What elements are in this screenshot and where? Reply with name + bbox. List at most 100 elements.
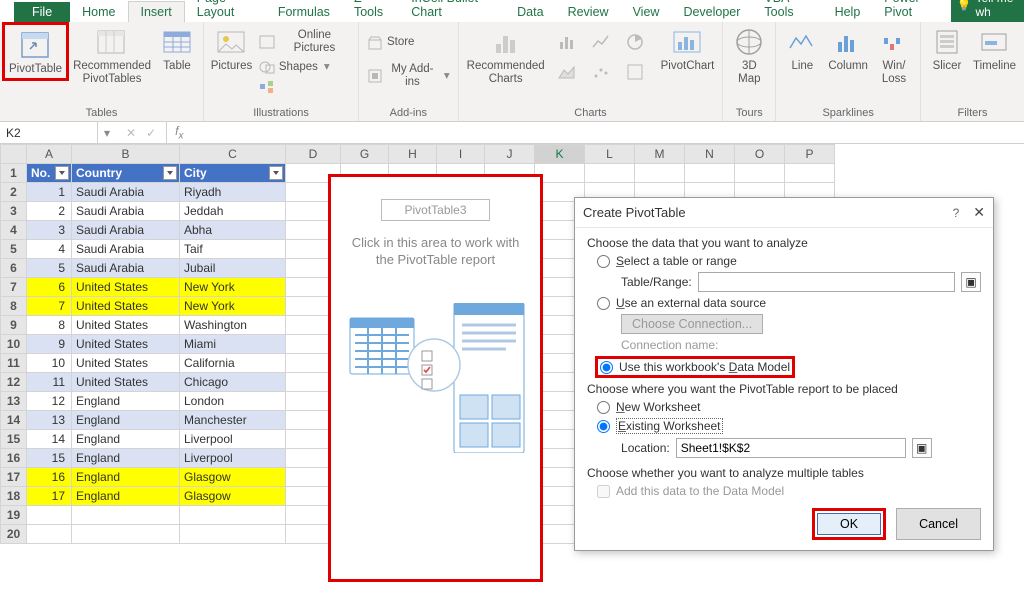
filter-dropdown-icon[interactable] xyxy=(55,166,69,180)
cell-country[interactable]: Saudi Arabia xyxy=(72,240,180,259)
chart-area-button[interactable] xyxy=(553,58,585,86)
recommended-charts-button[interactable]: Recommended Charts xyxy=(463,24,549,88)
row-header-10[interactable]: 10 xyxy=(1,335,27,354)
col-header-B[interactable]: B xyxy=(72,145,180,164)
tab-home[interactable]: Home xyxy=(70,2,127,22)
cell-no[interactable]: 1 xyxy=(27,183,72,202)
cell-country[interactable]: United States xyxy=(72,373,180,392)
tab-power-pivot[interactable]: Power Pivot xyxy=(872,0,950,22)
row-header-6[interactable]: 6 xyxy=(1,259,27,278)
my-addins-button[interactable]: My Add-ins▾ xyxy=(363,62,454,90)
cell-city[interactable]: Liverpool xyxy=(180,449,286,468)
tab-page-layout[interactable]: Page Layout xyxy=(185,0,266,22)
filter-dropdown-icon[interactable] xyxy=(163,166,177,180)
cell-country[interactable]: Saudi Arabia xyxy=(72,202,180,221)
help-icon[interactable]: ? xyxy=(953,206,960,220)
cell-no[interactable]: 2 xyxy=(27,202,72,221)
row-header-14[interactable]: 14 xyxy=(1,411,27,430)
cell-city[interactable]: Jubail xyxy=(180,259,286,278)
col-header-I[interactable]: I xyxy=(437,145,485,164)
cell-city[interactable]: Glasgow xyxy=(180,487,286,506)
col-header-G[interactable]: G xyxy=(341,145,389,164)
cell-country[interactable]: United States xyxy=(72,354,180,373)
col-header-N[interactable]: N xyxy=(685,145,735,164)
enter-formula-icon[interactable]: ✓ xyxy=(146,126,156,140)
cell-country[interactable]: Saudi Arabia xyxy=(72,183,180,202)
cell-no[interactable]: 15 xyxy=(27,449,72,468)
shapes-button[interactable]: Shapes▾ xyxy=(255,58,354,76)
cell-city[interactable]: Chicago xyxy=(180,373,286,392)
fx-icon[interactable]: fx xyxy=(167,124,191,141)
col-header-K[interactable]: K xyxy=(535,145,585,164)
cell-city[interactable]: Washington xyxy=(180,316,286,335)
cell-country[interactable]: England xyxy=(72,487,180,506)
cell-country[interactable]: United States xyxy=(72,297,180,316)
row-header-15[interactable]: 15 xyxy=(1,430,27,449)
range-picker-icon[interactable]: ▣ xyxy=(961,272,981,292)
row-header-4[interactable]: 4 xyxy=(1,221,27,240)
row-header-17[interactable]: 17 xyxy=(1,468,27,487)
name-box-dropdown[interactable]: ▾ xyxy=(98,126,116,140)
cell-no[interactable]: 4 xyxy=(27,240,72,259)
cell-no[interactable]: 14 xyxy=(27,430,72,449)
pivottable-button[interactable]: PivotTable xyxy=(2,22,69,81)
tab-view[interactable]: View xyxy=(621,2,672,22)
cell-city[interactable]: Miami xyxy=(180,335,286,354)
sparkline-column-button[interactable]: Column xyxy=(824,24,872,75)
chart-bar-button[interactable] xyxy=(553,28,585,56)
cell-no[interactable]: 16 xyxy=(27,468,72,487)
col-header-D[interactable]: D xyxy=(286,145,341,164)
online-pictures-button[interactable]: Online Pictures xyxy=(255,28,354,56)
cell-country[interactable]: England xyxy=(72,430,180,449)
pivottable-placeholder[interactable]: PivotTable3 Click in this area to work w… xyxy=(328,174,543,582)
col-header-J[interactable]: J xyxy=(485,145,535,164)
recommended-pivottables-button[interactable]: Recommended PivotTables xyxy=(69,24,155,88)
location-picker-icon[interactable]: ▣ xyxy=(912,438,932,458)
tab-incell-bullet-chart[interactable]: InCell Bullet Chart xyxy=(399,0,505,22)
cell-city[interactable]: Manchester xyxy=(180,411,286,430)
cell-country[interactable]: England xyxy=(72,411,180,430)
row-header-20[interactable]: 20 xyxy=(1,525,27,544)
pivotchart-button[interactable]: PivotChart xyxy=(657,24,719,75)
smartart-button[interactable] xyxy=(255,78,354,96)
cell-city[interactable]: Jeddah xyxy=(180,202,286,221)
col-header-M[interactable]: M xyxy=(635,145,685,164)
slicer-button[interactable]: Slicer xyxy=(925,24,969,75)
tab-insert[interactable]: Insert xyxy=(128,1,185,22)
tab-formulas[interactable]: Formulas xyxy=(266,2,342,22)
timeline-button[interactable]: Timeline xyxy=(969,24,1020,75)
row-header-16[interactable]: 16 xyxy=(1,449,27,468)
sparkline-line-button[interactable]: Line xyxy=(780,24,824,75)
row-header-7[interactable]: 7 xyxy=(1,278,27,297)
row-header-1[interactable]: 1 xyxy=(1,164,27,183)
opt-new-worksheet[interactable]: New Worksheet xyxy=(587,398,981,416)
ok-button[interactable]: OK xyxy=(817,513,881,535)
opt-existing-worksheet[interactable]: Existing Worksheet xyxy=(587,416,981,436)
cell-no[interactable]: 8 xyxy=(27,316,72,335)
cell-no[interactable]: 3 xyxy=(27,221,72,240)
cell-city[interactable]: London xyxy=(180,392,286,411)
row-header-19[interactable]: 19 xyxy=(1,506,27,525)
cell-city[interactable]: Glasgow xyxy=(180,468,286,487)
filter-dropdown-icon[interactable] xyxy=(269,166,283,180)
cell-no[interactable]: 6 xyxy=(27,278,72,297)
cell-country[interactable]: United States xyxy=(72,278,180,297)
cell-city[interactable]: New York xyxy=(180,297,286,316)
cell-country[interactable]: Saudi Arabia xyxy=(72,259,180,278)
tab-data[interactable]: Data xyxy=(505,2,555,22)
cancel-formula-icon[interactable]: ✕ xyxy=(126,126,136,140)
cell-country[interactable]: England xyxy=(72,468,180,487)
dialog-titlebar[interactable]: Create PivotTable ? ✕ xyxy=(575,198,993,228)
location-input[interactable] xyxy=(676,438,906,458)
header-no[interactable]: No. xyxy=(27,164,72,183)
row-header-9[interactable]: 9 xyxy=(1,316,27,335)
row-header-3[interactable]: 3 xyxy=(1,202,27,221)
tab-file[interactable]: File xyxy=(14,2,70,22)
store-button[interactable]: Store xyxy=(363,34,454,52)
row-header-5[interactable]: 5 xyxy=(1,240,27,259)
choose-connection-button[interactable]: Choose Connection... xyxy=(621,314,763,334)
col-header-L[interactable]: L xyxy=(585,145,635,164)
tab-z-tools[interactable]: Z-Tools xyxy=(342,0,399,22)
cell-no[interactable]: 13 xyxy=(27,411,72,430)
cell-country[interactable]: England xyxy=(72,392,180,411)
